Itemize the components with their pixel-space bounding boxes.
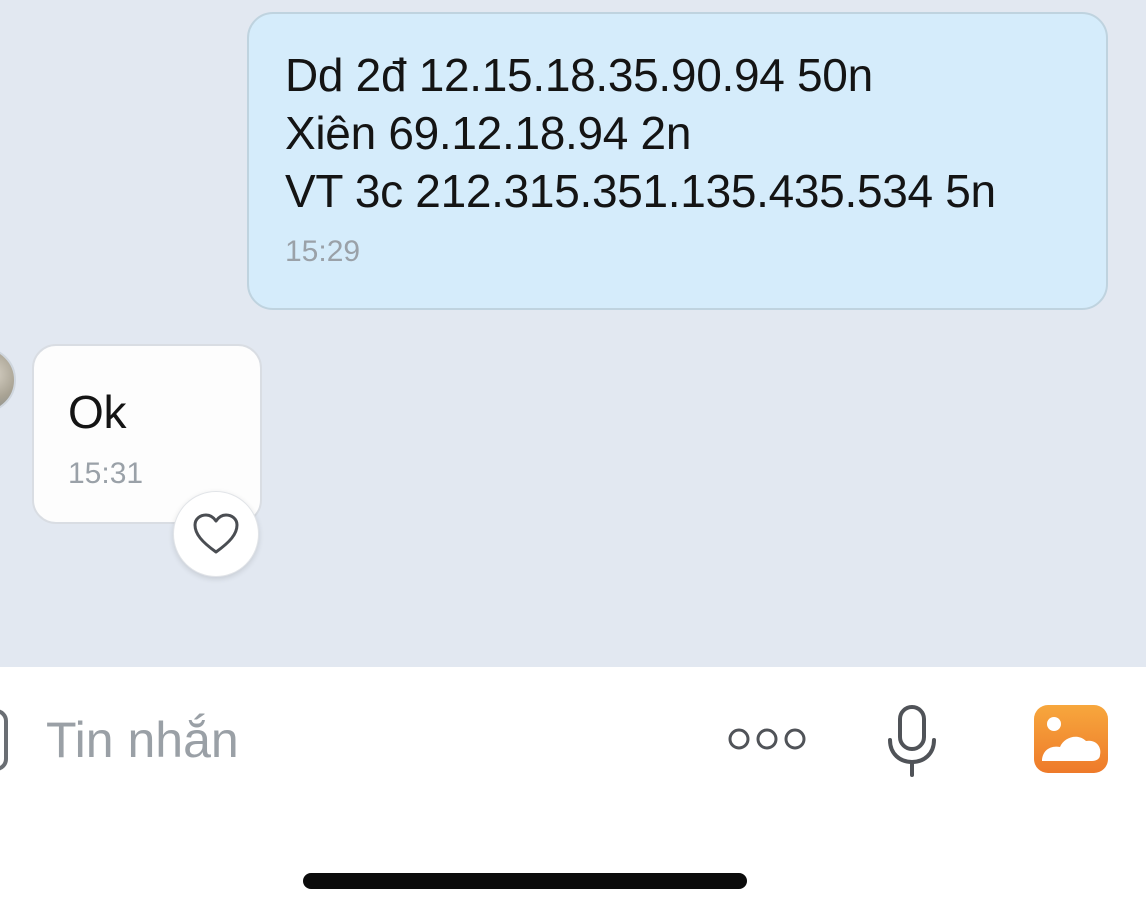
- message-line: VT 3c 212.315.351.135.435.534 5n: [285, 165, 996, 217]
- message-composer: [0, 667, 1146, 910]
- message-line: Dd 2đ 12.15.18.35.90.94 50n: [285, 49, 873, 101]
- message-text: Ok: [68, 386, 127, 438]
- home-indicator[interactable]: [303, 873, 747, 889]
- outgoing-message-bubble[interactable]: Dd 2đ 12.15.18.35.90.94 50n Xiên 69.12.1…: [247, 12, 1108, 310]
- microphone-icon: [888, 705, 936, 777]
- more-dots-icon: [728, 728, 806, 750]
- message-input[interactable]: [46, 705, 646, 775]
- more-options-button[interactable]: [724, 719, 810, 759]
- like-reaction-button[interactable]: [173, 491, 259, 577]
- contact-avatar[interactable]: [0, 347, 16, 413]
- message-line: Xiên 69.12.18.94 2n: [285, 107, 692, 159]
- image-gallery-icon: [1034, 705, 1108, 773]
- heart-icon: [193, 513, 239, 554]
- voice-record-button[interactable]: [884, 703, 940, 779]
- message-timestamp: 15:29: [285, 235, 361, 268]
- chat-area[interactable]: Dd 2đ 12.15.18.35.90.94 50n Xiên 69.12.1…: [0, 0, 1146, 667]
- message-timestamp: 15:31: [68, 457, 144, 490]
- send-image-button[interactable]: [1034, 705, 1108, 773]
- sticker-button-edge[interactable]: [0, 709, 8, 771]
